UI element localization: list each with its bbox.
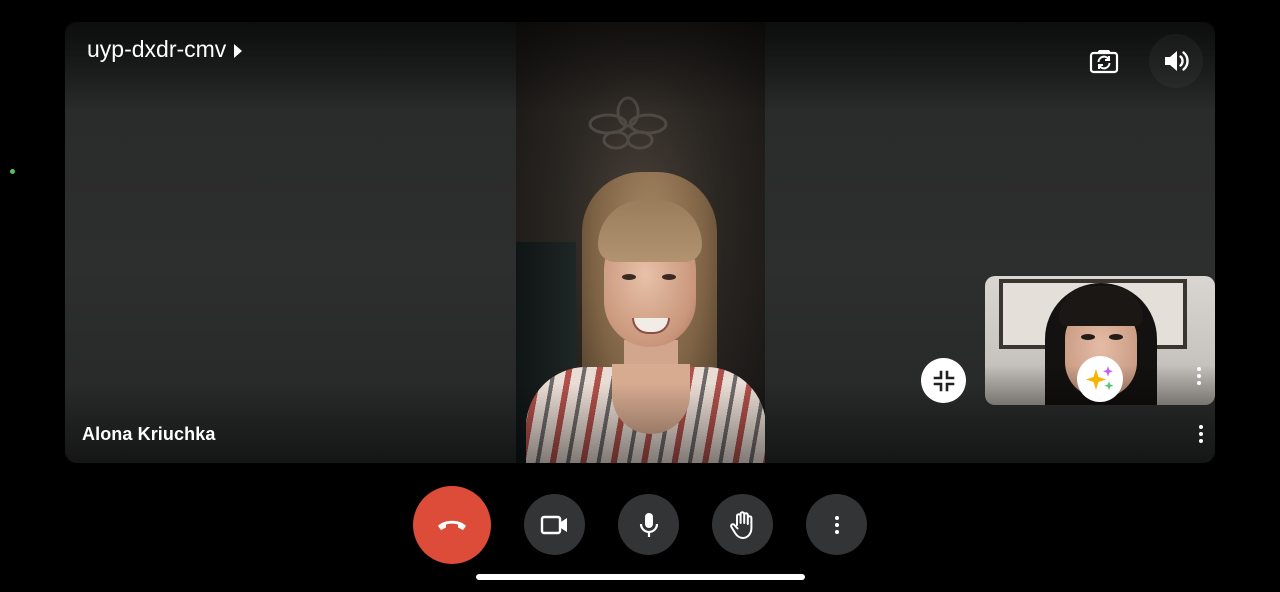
status-dot [10,169,15,174]
video-camera-icon [540,515,567,534]
meeting-code-button[interactable]: uyp-dxdr-cmv [87,36,243,63]
effects-sparkle-icon [1086,366,1114,391]
microphone-icon [639,512,658,537]
camera-toggle-button[interactable] [524,494,585,555]
self-view-tile[interactable] [985,276,1215,405]
speaker-icon [1165,51,1189,71]
raise-hand-button[interactable] [712,494,773,555]
participant-name: Alona Kriuchka [82,424,216,444]
collapse-icon [933,370,954,391]
self-view-more-button[interactable] [1191,362,1207,390]
effects-button[interactable] [1077,356,1123,402]
switch-camera-icon [1089,50,1119,74]
meeting-code: uyp-dxdr-cmv [87,36,227,62]
tile-more-options-button[interactable] [1189,420,1213,448]
collapse-self-view-button[interactable] [921,358,966,403]
call-controls [0,486,1280,564]
switch-camera-button[interactable] [1077,34,1131,88]
end-call-button[interactable] [413,486,491,564]
audio-output-button[interactable] [1149,34,1203,88]
microphone-toggle-button[interactable] [618,494,679,555]
raise-hand-icon [729,510,752,539]
participant-video [516,22,765,463]
caret-right-icon [234,43,243,58]
hang-up-icon [438,520,466,530]
more-options-button[interactable] [806,494,867,555]
ceiling-decoration [588,96,668,150]
home-indicator[interactable] [476,574,805,580]
